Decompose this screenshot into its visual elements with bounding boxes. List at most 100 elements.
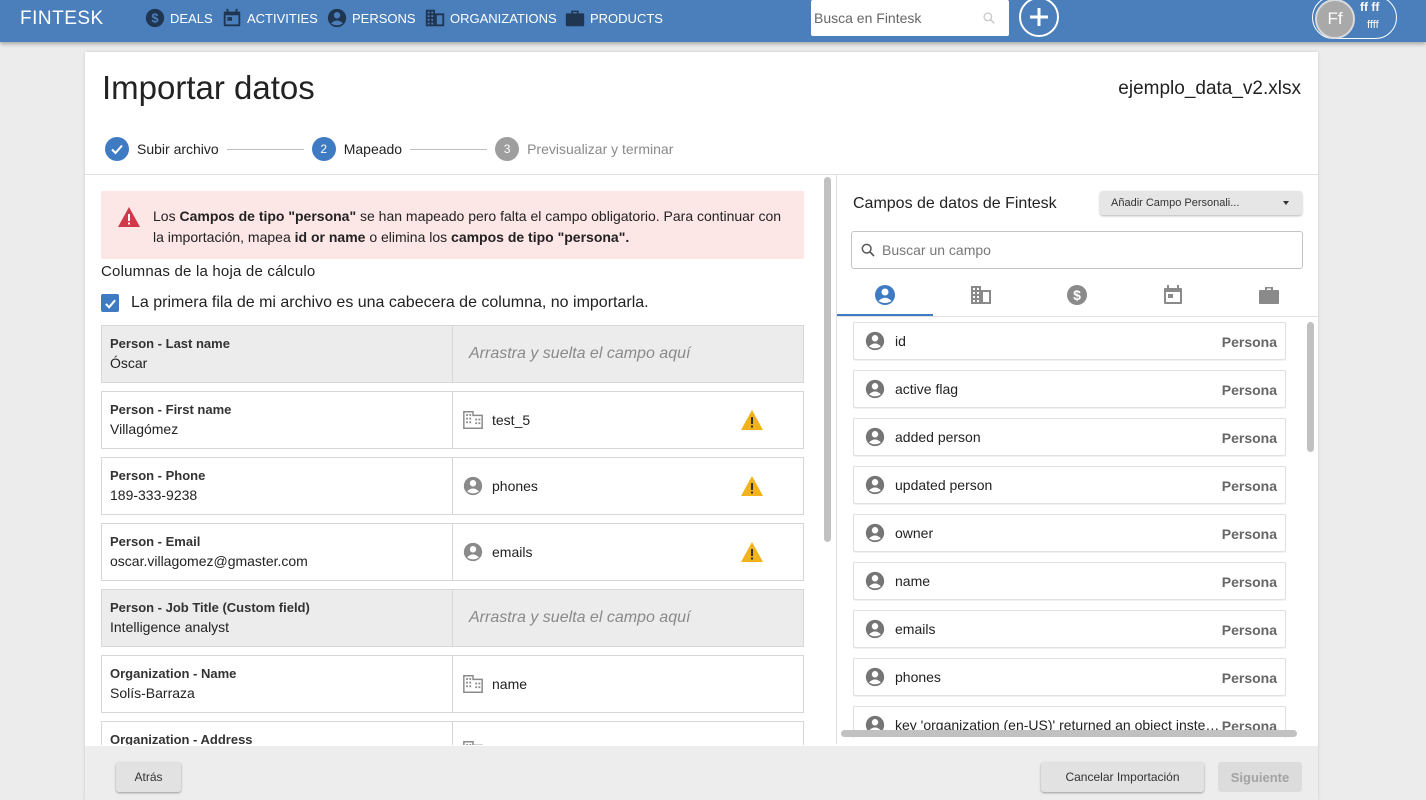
drop-zone[interactable]: Arrastra y suelta el campo aquí <box>453 326 803 382</box>
person-icon <box>865 571 885 591</box>
briefcase-icon <box>565 10 585 27</box>
column-header: Person - Last name <box>110 336 230 351</box>
nav-persons[interactable]: PERSONS <box>326 6 416 30</box>
person-icon <box>327 8 347 28</box>
scrollbar[interactable] <box>1307 322 1314 452</box>
person-icon <box>865 523 885 543</box>
warning-icon <box>741 476 763 496</box>
alert-text: o elimina los <box>365 229 452 245</box>
add-custom-field-button[interactable]: Añadir Campo Personali... <box>1100 191 1302 215</box>
svg-text:$: $ <box>1073 287 1081 303</box>
back-button[interactable]: Atrás <box>116 762 181 792</box>
mapping-row: Person - Email oscar.villagomez@gmaster.c… <box>101 523 804 581</box>
field-list: key 'organization (en-US)' returned an o… <box>837 318 1318 738</box>
field-search[interactable] <box>851 231 1303 269</box>
dollar-icon: $ <box>145 8 165 28</box>
fields-panel-title: Campos de datos de Fintesk <box>853 195 1057 212</box>
field-item[interactable]: owner Persona <box>853 514 1286 552</box>
field-item[interactable]: emails Persona <box>853 610 1286 648</box>
nav-organizations[interactable]: ORGANIZATIONS <box>424 6 557 30</box>
header-row-checkbox[interactable] <box>101 294 119 312</box>
field-item[interactable]: updated person Persona <box>853 466 1286 504</box>
search-icon[interactable] <box>982 11 996 25</box>
field-item[interactable]: id Persona <box>853 322 1286 360</box>
building-icon <box>463 741 483 745</box>
mapped-field-label: phones <box>492 478 538 494</box>
field-type: Persona <box>1221 430 1277 446</box>
mapping-row: Person - Phone 189-333-9238 phones <box>101 457 804 515</box>
tab-products[interactable] <box>1221 273 1317 317</box>
scrollbar[interactable] <box>841 730 1297 737</box>
drop-zone[interactable]: Arrastra y suelta el campo aquí <box>453 590 803 646</box>
mapped-field[interactable]: phones <box>453 458 803 514</box>
column-header: Organization - Address <box>110 732 253 745</box>
nav-activities[interactable]: ACTIVITIES <box>221 6 318 30</box>
check-icon <box>104 299 116 309</box>
nav-deals[interactable]: $ DEALS <box>144 6 213 30</box>
nav-deals-label: DEALS <box>170 10 213 26</box>
global-search[interactable] <box>811 0 1009 36</box>
field-name: updated person <box>895 477 993 493</box>
person-icon <box>865 331 885 351</box>
mapped-field[interactable] <box>453 722 803 745</box>
section-title: Columnas de la hoja de cálculo <box>101 263 316 280</box>
mapped-field-label: test_5 <box>492 412 531 428</box>
user-menu[interactable]: Ff ff ff ffff <box>1312 0 1397 39</box>
check-icon <box>111 144 123 155</box>
field-type-icon <box>462 409 484 431</box>
cancel-import-button[interactable]: Cancelar Importación <box>1041 762 1204 792</box>
header-row-option[interactable]: La primera fila de mi archivo es una cab… <box>101 294 649 312</box>
scrollbar[interactable] <box>824 177 831 542</box>
source-column: Person - Job Title (Custom field) Intelli… <box>102 590 453 646</box>
quick-add-button[interactable] <box>1019 0 1059 37</box>
alert-text: Los <box>153 208 180 224</box>
person-icon <box>865 667 885 687</box>
field-item[interactable]: active flag Persona <box>853 370 1286 408</box>
mapped-field[interactable]: name <box>453 656 803 712</box>
mapped-field[interactable]: test_5 <box>453 392 803 448</box>
dollar-icon: $ <box>1067 285 1087 305</box>
source-column: Person - Phone 189-333-9238 <box>102 458 453 514</box>
building-icon <box>971 286 991 304</box>
nav-products[interactable]: PRODUCTS <box>564 6 663 30</box>
person-icon <box>463 476 483 496</box>
mapped-field-label: name <box>492 676 528 692</box>
column-sample-value: Óscar <box>110 355 148 371</box>
step-3-label: Previsualizar y terminar <box>527 141 674 157</box>
column-sample-value: Solís-Barraza <box>110 685 195 701</box>
source-column: Person - Last name Óscar <box>102 326 453 382</box>
mapped-field[interactable]: emails <box>453 524 803 580</box>
field-item[interactable]: name Persona <box>853 562 1286 600</box>
mapping-row: Person - First name Villagómez test_5 <box>101 391 804 449</box>
mapped-field-label: emails <box>492 544 533 560</box>
column-sample-value: Intelligence analyst <box>110 619 230 635</box>
tab-persons[interactable] <box>837 273 933 317</box>
import-card: Importar datos ejemplo_data_v2.xlsx Subi… <box>85 52 1318 800</box>
field-name: phones <box>895 669 941 685</box>
field-type: Persona <box>1221 478 1277 494</box>
footer-bar: Atrás Cancelar Importación Siguiente <box>85 746 1318 800</box>
tab-activities[interactable] <box>1125 273 1221 317</box>
column-header: Person - First name <box>110 402 232 417</box>
search-icon <box>861 243 875 257</box>
nav-activities-label: ACTIVITIES <box>247 10 318 26</box>
field-type: Persona <box>1221 526 1277 542</box>
field-name: owner <box>895 525 934 541</box>
tab-organizations[interactable] <box>933 273 1029 317</box>
column-sample-value: 189-333-9238 <box>110 487 198 503</box>
field-item[interactable]: phones Persona <box>853 658 1286 696</box>
global-search-input[interactable] <box>814 10 974 26</box>
tab-deals[interactable]: $ <box>1029 273 1125 317</box>
field-type: Persona <box>1221 670 1277 686</box>
source-column: Person - Email oscar.villagomez@gmaster.c… <box>102 524 453 580</box>
next-button[interactable]: Siguiente <box>1218 762 1302 792</box>
field-search-input[interactable] <box>882 242 1282 258</box>
calendar-icon <box>223 8 241 27</box>
drop-placeholder: Arrastra y suelta el campo aquí <box>469 345 691 362</box>
person-icon <box>865 427 885 447</box>
mapping-row: Organization - Name Solís-Barraza name <box>101 655 804 713</box>
field-item[interactable]: added person Persona <box>853 418 1286 456</box>
error-alert: Los Campos de tipo "persona" se han mape… <box>101 191 804 259</box>
nav-organizations-label: ORGANIZATIONS <box>450 10 557 26</box>
brand-logo[interactable]: FINTESK <box>20 8 104 30</box>
